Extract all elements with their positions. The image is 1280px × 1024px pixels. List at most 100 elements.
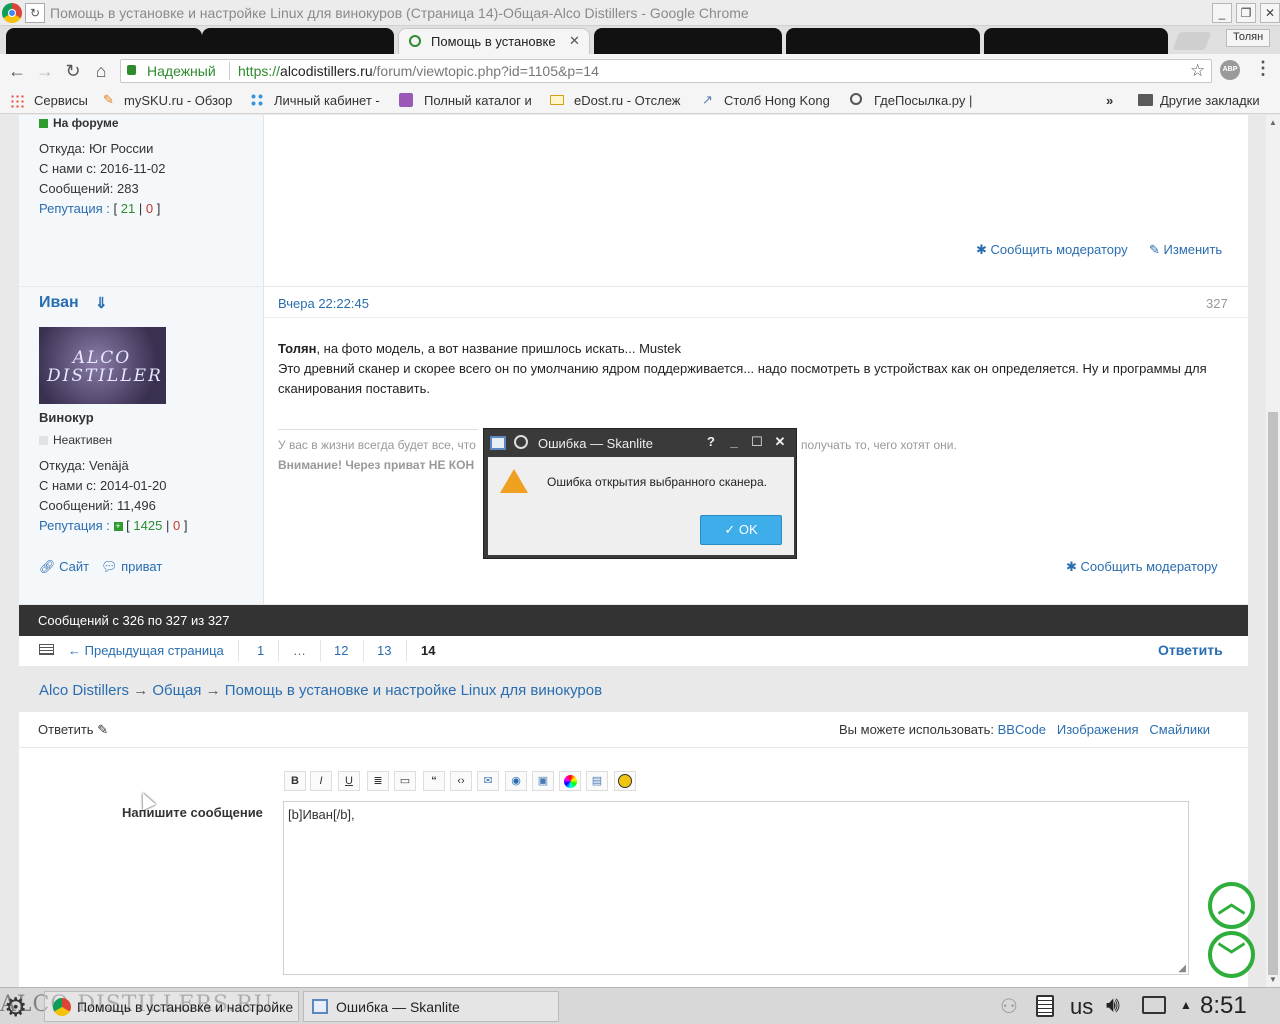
scroll-down-button[interactable]: ﹀ (1208, 931, 1255, 978)
post-2-reputation: Репутация : + [ 1425 | 0 ] (39, 518, 187, 533)
bbcode-link[interactable]: BBCode (998, 722, 1046, 737)
new-tab-button[interactable] (1172, 32, 1212, 50)
breadcrumb-category[interactable]: Общая (152, 682, 201, 699)
scroll-up-button[interactable]: ︿ (1208, 882, 1255, 929)
reload-icon[interactable]: ↻ (62, 60, 84, 82)
page-1-link[interactable]: 1 (257, 643, 264, 658)
spoiler-button[interactable]: ▤ (586, 771, 608, 791)
menu-icon[interactable]: ⋮ (1254, 58, 1272, 79)
reputation-link[interactable]: Репутация : (39, 201, 110, 216)
keyboard-layout[interactable]: us (1070, 994, 1093, 1020)
close-window-button[interactable]: ✕ (1260, 3, 1280, 23)
breadcrumb-home[interactable]: Alco Distillers (39, 682, 129, 699)
smilies-link[interactable]: Смайлики (1149, 722, 1210, 737)
tab-hidden-5[interactable] (984, 28, 1168, 54)
color-button[interactable] (559, 771, 581, 791)
bookmark-gdeposylka[interactable]: ГдеПосылка.ру | (874, 93, 972, 108)
clipboard-icon[interactable] (1036, 995, 1054, 1017)
rep-positive[interactable]: 21 (121, 201, 135, 216)
address-bar[interactable]: Надежный https://alcodistillers.ru/forum… (120, 59, 1212, 83)
bookmark-cabinet[interactable]: Личный кабинет - (274, 93, 380, 108)
list-ordered-button[interactable]: ▭ (394, 771, 416, 791)
network-icon[interactable] (1142, 996, 1166, 1014)
images-link[interactable]: Изображения (1057, 722, 1139, 737)
apps-icon[interactable] (10, 94, 24, 108)
tab-hidden-2[interactable] (202, 28, 394, 54)
post-2-author[interactable]: Иван (39, 294, 79, 312)
post-1-report-link[interactable]: ✱ Сообщить модератору (976, 242, 1128, 258)
tab-hidden-1[interactable] (6, 28, 202, 54)
bookmark-star-icon[interactable]: ☆ (1190, 61, 1205, 81)
message-textarea[interactable]: [b]Иван[/b], ◢ (283, 801, 1189, 975)
bookmarks-more[interactable]: » (1106, 93, 1113, 108)
reply-link[interactable]: Ответить (1158, 642, 1223, 658)
page-12-link[interactable]: 12 (334, 643, 348, 658)
rep-positive[interactable]: 1425 (133, 518, 162, 533)
forward-icon[interactable]: → (34, 60, 56, 82)
user-switch-icon[interactable]: ⚇ (1000, 994, 1018, 1019)
tab-close-icon[interactable]: ✕ (569, 33, 580, 49)
bookmark-other[interactable]: Другие закладки (1160, 93, 1260, 108)
window-menu-icon[interactable]: ↻ (25, 3, 45, 23)
bookmark-edost[interactable]: eDost.ru - Отслеж (574, 93, 680, 108)
home-icon[interactable]: ⌂ (90, 60, 112, 82)
page-13-link[interactable]: 13 (377, 643, 391, 658)
smiley-button[interactable] (614, 771, 636, 791)
underline-button[interactable]: U (338, 771, 360, 791)
tab-hidden-3[interactable] (594, 28, 782, 54)
tab-active[interactable]: Помощь в установке ✕ (398, 28, 590, 54)
rep-plus-icon[interactable]: + (113, 522, 123, 532)
reputation-link[interactable]: Репутация : (39, 518, 110, 533)
tray-expand-icon[interactable]: ▲ (1180, 998, 1192, 1012)
link-button[interactable]: ◉ (505, 771, 527, 791)
list-button[interactable]: ≣ (367, 771, 389, 791)
clock[interactable]: 8:51 (1200, 992, 1247, 1020)
minimize-button[interactable]: _ (1212, 3, 1232, 23)
email-button[interactable]: ✉ (477, 771, 499, 791)
tab-hidden-4[interactable] (786, 28, 980, 54)
resize-grip-icon[interactable]: ◢ (1178, 963, 1186, 974)
back-icon[interactable]: ← (6, 60, 28, 82)
arrow-left-icon: ← (68, 643, 81, 658)
dialog-pin-icon[interactable] (514, 435, 528, 449)
dialog-minimize-button[interactable]: _ (725, 434, 743, 452)
post-2-report-link[interactable]: ✱ Сообщить модератору (1066, 559, 1218, 575)
bold-button[interactable]: B (284, 771, 306, 791)
pm-link[interactable]: 💬︎ приват (101, 559, 162, 575)
post-1-edit-link[interactable]: ✎ Изменить (1149, 242, 1222, 258)
quote-button[interactable]: “ (423, 771, 445, 791)
page-scrollbar[interactable]: ▲ ▼ (1266, 115, 1280, 987)
dialog-close-button[interactable]: ✕ (771, 434, 789, 452)
url-host: alcodistillers.ru (280, 63, 373, 79)
dialog-ok-button[interactable]: ✓ OK (700, 515, 782, 545)
italic-button[interactable]: I (310, 771, 332, 791)
image-button[interactable]: ▣ (532, 771, 554, 791)
scroll-down-arrow-icon[interactable]: ▼ (1269, 975, 1277, 984)
breadcrumb-topic[interactable]: Помощь в установке и настройке Linux для… (225, 682, 602, 699)
adblock-icon[interactable]: ABP (1220, 60, 1240, 80)
dialog-help-button[interactable]: ? (702, 434, 720, 452)
post-2-date[interactable]: Вчера 22:22:45 (278, 296, 369, 311)
avatar[interactable]: ALCO DISTILLER (39, 327, 166, 404)
tab-strip: Помощь в установке ✕ Толян (0, 26, 1280, 54)
taskbar-task-skanlite[interactable]: Ошибка — Skanlite (303, 991, 559, 1022)
rep-negative[interactable]: 0 (173, 518, 180, 533)
volume-icon[interactable]: 🔊︎ (1106, 992, 1120, 1018)
scrollbar-thumb[interactable] (1268, 412, 1278, 975)
code-button[interactable]: ‹› (450, 771, 472, 791)
maximize-button[interactable]: ❐ (1236, 3, 1256, 23)
bookmark-stolb[interactable]: Столб Hong Kong (724, 93, 830, 108)
prev-page-link[interactable]: ← Предыдущая страница (68, 643, 224, 658)
bookmark-catalog[interactable]: Полный каталог и (424, 93, 532, 108)
scroll-up-arrow-icon[interactable]: ▲ (1269, 118, 1277, 127)
taskbar-task-chrome[interactable]: Помощь в установке и настройке (44, 991, 299, 1022)
author-arrow-icon[interactable]: ⇓ (95, 294, 108, 312)
dialog-maximize-button[interactable]: ☐ (748, 434, 766, 452)
profile-name[interactable]: Толян (1226, 29, 1271, 47)
rss-icon[interactable] (39, 644, 54, 655)
bookmark-mysku[interactable]: mySKU.ru - Обзор (124, 93, 232, 108)
post-2-number[interactable]: 327 (1206, 296, 1228, 311)
site-link[interactable]: 🔗︎ Сайт (39, 559, 89, 575)
bookmark-services[interactable]: Сервисы (34, 93, 88, 108)
rep-negative[interactable]: 0 (146, 201, 153, 216)
